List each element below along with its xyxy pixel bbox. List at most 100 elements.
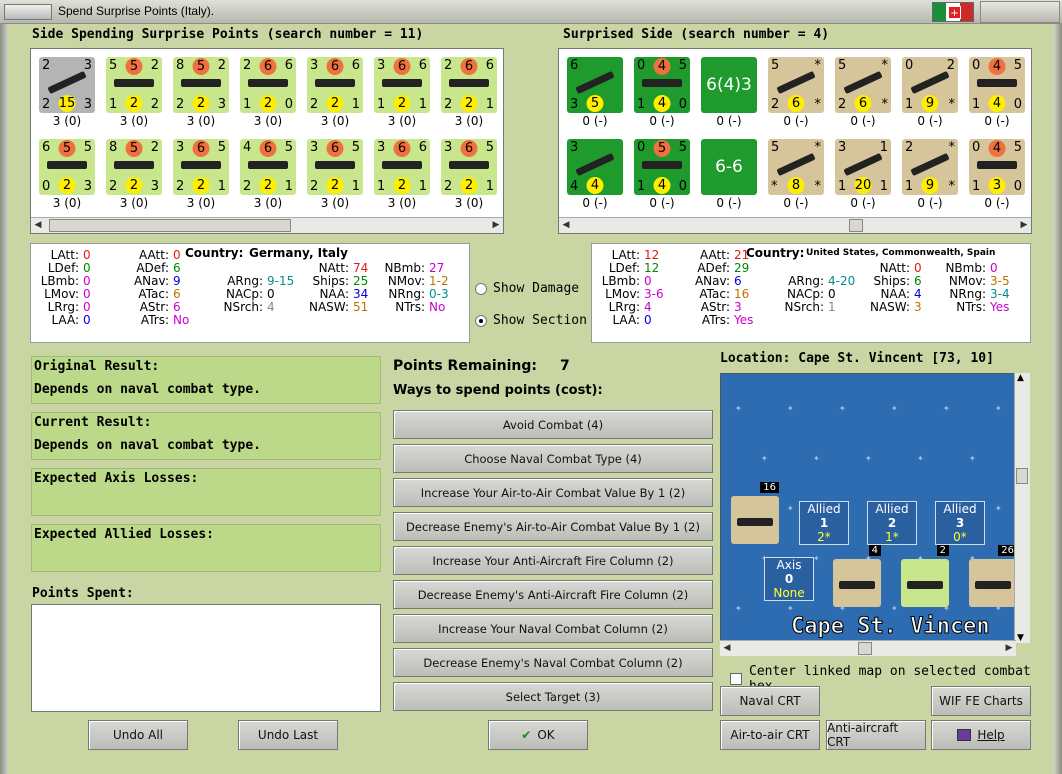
- stat-value: 0: [83, 300, 91, 314]
- counter-value: 5: [771, 140, 780, 155]
- ship-icon: [181, 161, 221, 169]
- enemy-unit-counter[interactable]: 6-6: [701, 139, 757, 195]
- enemy-unit-counter[interactable]: 5 * 2 * 6: [768, 57, 824, 113]
- scroll-thumb[interactable]: [849, 219, 863, 232]
- counter-factor: 5: [586, 95, 604, 112]
- enemy-unit-counter[interactable]: 3 1 1 1 20: [835, 139, 891, 195]
- scroll-up-icon[interactable]: ▲: [1017, 373, 1024, 383]
- spend-option-button[interactable]: Avoid Combat (4): [393, 410, 713, 439]
- allied-box-value: 2*: [817, 530, 831, 544]
- unit-counter[interactable]: 822352: [173, 57, 229, 113]
- enemy-unit-counter[interactable]: 5 * * * 8: [768, 139, 824, 195]
- counter-value: *: [948, 140, 956, 155]
- scroll-right-icon[interactable]: ▶: [489, 218, 503, 233]
- allied-box[interactable]: Allied 1 2*: [799, 501, 849, 545]
- map-unit-stack[interactable]: 16: [731, 482, 779, 544]
- enemy-unit-counter[interactable]: 051044: [969, 57, 1025, 113]
- window-menu-icon[interactable]: [4, 4, 52, 20]
- counter-value: 5: [284, 140, 293, 155]
- axis-box[interactable]: Axis 0 None: [764, 557, 814, 601]
- enemy-unit-counter[interactable]: 051044: [634, 57, 690, 113]
- aircraft-icon: [839, 581, 875, 589]
- help-button[interactable]: Help: [931, 720, 1031, 750]
- unit-counter[interactable]: 352162: [173, 139, 229, 195]
- stat-value: 6: [914, 274, 922, 288]
- unit-counter[interactable]: 261062: [240, 57, 296, 113]
- enemy-unit-counter[interactable]: 051054: [634, 139, 690, 195]
- map-unit-stack[interactable]: 2: [901, 545, 949, 607]
- counter-value: 8: [109, 140, 118, 155]
- map-unit-stack[interactable]: 4: [833, 545, 881, 607]
- enemy-unit-counter[interactable]: 0 2 1 * 9: [902, 57, 958, 113]
- allied-box[interactable]: Allied 2 1*: [867, 501, 917, 545]
- scroll-left-icon[interactable]: ◀: [720, 641, 734, 656]
- spend-option-button[interactable]: Increase Your Air-to-Air Combat Value By…: [393, 478, 713, 507]
- show-damage-radio[interactable]: Show Damage: [475, 281, 579, 296]
- spend-option-button[interactable]: Increase Your Anti-Aircraft Fire Column …: [393, 546, 713, 575]
- enemy-unit-counter[interactable]: 6 35: [567, 57, 623, 113]
- unit-counter[interactable]: 2 3 2 3 15: [39, 57, 95, 113]
- counter-caption: 0 (-): [649, 114, 675, 128]
- scroll-right-icon[interactable]: ▶: [1002, 641, 1016, 656]
- unit-counter[interactable]: 361162: [374, 139, 430, 195]
- unit-counter[interactable]: 650352: [39, 139, 95, 195]
- scroll-thumb[interactable]: [1016, 468, 1028, 484]
- spend-option-button[interactable]: Increase Your Naval Combat Column (2): [393, 614, 713, 643]
- unit-counter[interactable]: 352162: [441, 139, 497, 195]
- map-horizontal-scrollbar[interactable]: ◀ ▶: [720, 640, 1016, 656]
- spend-option-button[interactable]: Decrease Enemy's Naval Combat Column (2): [393, 648, 713, 677]
- stat-label: NRng:: [388, 287, 425, 301]
- stat-label: LMov:: [44, 287, 79, 301]
- show-section-radio[interactable]: Show Section: [475, 313, 587, 328]
- spend-option-button[interactable]: Choose Naval Combat Type (4): [393, 444, 713, 473]
- unit-counter[interactable]: 361162: [374, 57, 430, 113]
- enemy-unit-counter[interactable]: 6(4)3: [701, 57, 757, 113]
- counter-value: 0: [284, 97, 293, 112]
- anti-aircraft-crt-button[interactable]: Anti-aircraft CRT: [826, 720, 926, 750]
- location-map[interactable]: ✦✦✦✦✦✦✦✦✦✦✦✦✦✦✦✦✦✦✦✦✦✦✦✦✦✦✦✦✦✦ Cape St. …: [720, 373, 1030, 643]
- counter-value: 6: [284, 58, 293, 73]
- naval-crt-button[interactable]: Naval CRT: [720, 686, 820, 716]
- allied-box[interactable]: Allied 3 0*: [935, 501, 985, 545]
- map-unit-stack[interactable]: 26: [969, 545, 1017, 607]
- ok-button[interactable]: ✔ OK: [488, 720, 588, 750]
- wif-fe-charts-button[interactable]: WIF FE Charts: [931, 686, 1031, 716]
- unit-counter[interactable]: 262162: [441, 57, 497, 113]
- enemy-unit-counter[interactable]: 2 * 1 * 9: [902, 139, 958, 195]
- scroll-thumb[interactable]: [49, 219, 291, 232]
- stat-label: Ships:: [312, 274, 349, 288]
- unit-counter[interactable]: 822352: [106, 139, 162, 195]
- spend-option-button[interactable]: Decrease Enemy's Anti-Aircraft Fire Colu…: [393, 580, 713, 609]
- scroll-right-icon[interactable]: ▶: [1017, 218, 1031, 233]
- current-result-text: Depends on naval combat type.: [34, 438, 261, 453]
- spend-option-button[interactable]: Select Target (3): [393, 682, 713, 711]
- unit-counter[interactable]: 521252: [106, 57, 162, 113]
- left-units-scrollbar[interactable]: ◀ ▶: [31, 217, 503, 233]
- enemy-unit-counter[interactable]: 051043: [969, 139, 1025, 195]
- counter-badge: 4: [653, 58, 671, 75]
- scroll-down-icon[interactable]: ▼: [1017, 633, 1024, 643]
- points-spent-list[interactable]: [31, 604, 381, 712]
- spend-option-button[interactable]: Decrease Enemy's Air-to-Air Combat Value…: [393, 512, 713, 541]
- counter-caption: 0 (-): [984, 196, 1010, 210]
- right-units-scrollbar[interactable]: ◀ ▶: [559, 217, 1031, 233]
- unit-counter[interactable]: 452162: [240, 139, 296, 195]
- enemy-unit-counter[interactable]: 3 44: [567, 139, 623, 195]
- unit-counter[interactable]: 362162: [307, 57, 363, 113]
- undo-all-button[interactable]: Undo All: [88, 720, 188, 750]
- aircraft-icon: [776, 152, 816, 177]
- scroll-left-icon[interactable]: ◀: [559, 218, 573, 233]
- map-vertical-scrollbar[interactable]: ▲ ▼: [1014, 373, 1030, 643]
- window-border-right: [1054, 24, 1062, 774]
- counter-value: 6: [351, 58, 360, 73]
- unit-counter[interactable]: 352162: [307, 139, 363, 195]
- air-to-air-crt-button[interactable]: Air-to-air CRT: [720, 720, 820, 750]
- close-button[interactable]: [980, 1, 1060, 23]
- axis-box-number: 0: [784, 572, 794, 586]
- scroll-left-icon[interactable]: ◀: [31, 218, 45, 233]
- enemy-unit-counter[interactable]: 5 * 2 * 6: [835, 57, 891, 113]
- ship-icon: [248, 79, 288, 87]
- aircraft-icon: [575, 152, 615, 177]
- undo-last-button[interactable]: Undo Last: [238, 720, 338, 750]
- scroll-thumb[interactable]: [858, 642, 872, 655]
